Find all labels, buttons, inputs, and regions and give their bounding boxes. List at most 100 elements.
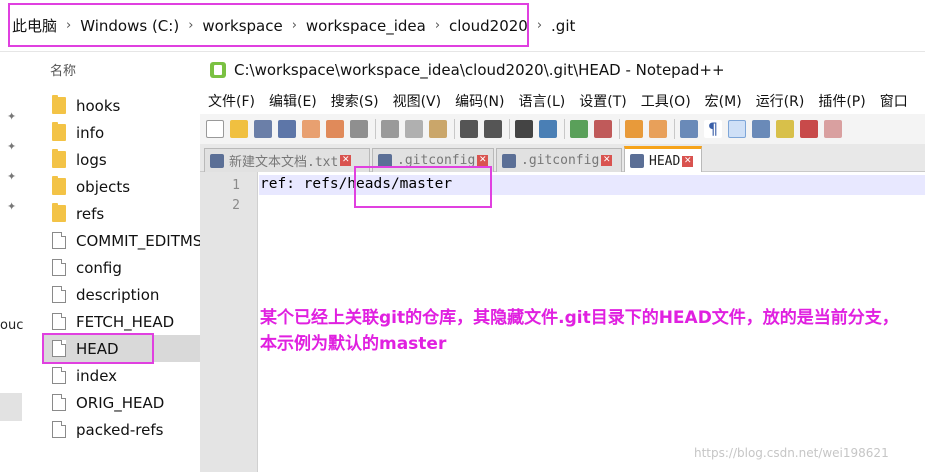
list-item-label: logs [76, 150, 107, 169]
menu-language[interactable]: 语言(L) [519, 91, 566, 111]
tab-bar: 新建文本文档.txt ✕ .gitconfig ✕ .gitconfig ✕ H… [200, 144, 925, 173]
word-wrap-icon[interactable] [680, 120, 698, 138]
window-title: C:\workspace\workspace_idea\cloud2020\.g… [234, 61, 725, 79]
toolbar: ¶ [200, 114, 925, 144]
tab-head[interactable]: HEAD ✕ [624, 146, 702, 173]
toolbar-separator [564, 119, 565, 139]
copy-icon[interactable] [405, 120, 423, 138]
menu-tools[interactable]: 工具(O) [641, 91, 691, 111]
list-item-file[interactable]: config [44, 254, 200, 281]
folder-icon [52, 122, 66, 141]
list-item-folder[interactable]: refs [44, 200, 200, 227]
list-item-file[interactable]: index [44, 362, 200, 389]
toolbar-separator [619, 119, 620, 139]
tab-gitconfig-2[interactable]: .gitconfig ✕ [496, 148, 622, 172]
list-item-file[interactable]: COMMIT_EDITMSG [44, 227, 200, 254]
list-item-file[interactable]: FETCH_HEAD [44, 308, 200, 335]
toolbar-separator [509, 119, 510, 139]
list-item-label: FETCH_HEAD [76, 312, 175, 331]
file-icon [52, 394, 66, 411]
pin-icon[interactable]: ✦ [7, 140, 19, 153]
menu-file[interactable]: 文件(F) [208, 91, 255, 111]
function-list-icon[interactable] [776, 120, 794, 138]
list-item-file[interactable]: description [44, 281, 200, 308]
file-icon [52, 259, 66, 276]
sync-horizontal-icon[interactable] [649, 120, 667, 138]
paste-icon[interactable] [429, 120, 447, 138]
breadcrumb-git[interactable]: .git [551, 17, 575, 35]
sync-vertical-icon[interactable] [625, 120, 643, 138]
menu-run[interactable]: 运行(R) [756, 91, 805, 111]
close-all-icon[interactable] [326, 120, 344, 138]
list-item-folder[interactable]: logs [44, 146, 200, 173]
undo-icon[interactable] [460, 120, 478, 138]
tab-file-icon [210, 153, 224, 168]
pin-icon[interactable]: ✦ [7, 170, 19, 183]
list-item-label: index [76, 366, 118, 385]
list-item-file[interactable]: ORIG_HEAD [44, 389, 200, 416]
indent-guide-icon[interactable] [728, 120, 746, 138]
show-all-chars-icon[interactable]: ¶ [704, 120, 722, 138]
close-icon[interactable]: ✕ [601, 155, 613, 166]
notepad-app-icon [210, 62, 226, 78]
tab-label: 新建文本文档.txt [229, 155, 339, 170]
menu-plugins[interactable]: 插件(P) [818, 91, 865, 111]
zoom-in-icon[interactable] [570, 120, 588, 138]
line-number: 1 [232, 178, 240, 193]
toolbar-separator [674, 119, 675, 139]
find-icon[interactable] [515, 120, 533, 138]
macro-record-icon[interactable] [824, 120, 842, 138]
menu-edit[interactable]: 编辑(E) [269, 91, 317, 111]
branch-ref-highlight-box [354, 166, 492, 208]
menu-settings[interactable]: 设置(T) [579, 91, 626, 111]
notepad-title-bar[interactable]: C:\workspace\workspace_idea\cloud2020\.g… [200, 52, 925, 88]
print-icon[interactable] [350, 120, 368, 138]
head-file-highlight-box [42, 333, 154, 364]
close-icon[interactable]: ✕ [340, 155, 352, 166]
close-icon[interactable]: ✕ [682, 155, 694, 167]
nav-pane-selection [0, 393, 22, 421]
tab-new-text-document[interactable]: 新建文本文档.txt ✕ [204, 148, 370, 172]
menu-macro[interactable]: 宏(M) [705, 91, 742, 111]
redo-icon[interactable] [484, 120, 502, 138]
list-item-file[interactable]: packed-refs [44, 416, 200, 443]
list-item-folder[interactable]: hooks [44, 92, 200, 119]
save-icon[interactable] [254, 120, 272, 138]
menu-view[interactable]: 视图(V) [393, 91, 442, 111]
list-item-label: COMMIT_EDITMSG [76, 231, 200, 250]
open-file-icon[interactable] [230, 120, 248, 138]
close-file-icon[interactable] [302, 120, 320, 138]
folder-icon [52, 95, 66, 114]
zoom-out-icon[interactable] [594, 120, 612, 138]
replace-icon[interactable] [539, 120, 557, 138]
nav-pane-text: ouc [0, 318, 24, 333]
list-item-folder[interactable]: info [44, 119, 200, 146]
chevron-right-icon: › [536, 18, 543, 33]
menu-window[interactable]: 窗口 [880, 91, 908, 111]
file-icon [52, 367, 66, 384]
list-item-label: info [76, 123, 105, 142]
toolbar-separator [454, 119, 455, 139]
list-item-label: hooks [76, 96, 121, 115]
file-icon [52, 286, 66, 303]
line-number: 2 [232, 198, 240, 213]
pin-icon[interactable]: ✦ [7, 200, 19, 213]
breadcrumb-highlight-box [8, 3, 529, 47]
doc-map-icon[interactable] [752, 120, 770, 138]
menu-search[interactable]: 搜索(S) [331, 91, 379, 111]
list-item-folder[interactable]: objects [44, 173, 200, 200]
tab-file-icon [630, 154, 644, 168]
menu-encoding[interactable]: 编码(N) [455, 91, 504, 111]
save-all-icon[interactable] [278, 120, 296, 138]
pin-icon[interactable]: ✦ [7, 110, 19, 123]
line-number-gutter [200, 172, 258, 472]
cut-icon[interactable] [381, 120, 399, 138]
folder-icon [52, 176, 66, 195]
tab-file-icon [502, 153, 516, 168]
folder-as-workspace-icon[interactable] [800, 120, 818, 138]
column-header-name[interactable]: 名称 [50, 60, 76, 79]
close-icon[interactable]: ✕ [477, 155, 489, 166]
list-item-label: objects [76, 177, 131, 196]
menu-bar: 文件(F) 编辑(E) 搜索(S) 视图(V) 编码(N) 语言(L) 设置(T… [200, 88, 925, 114]
new-file-icon[interactable] [206, 120, 224, 138]
